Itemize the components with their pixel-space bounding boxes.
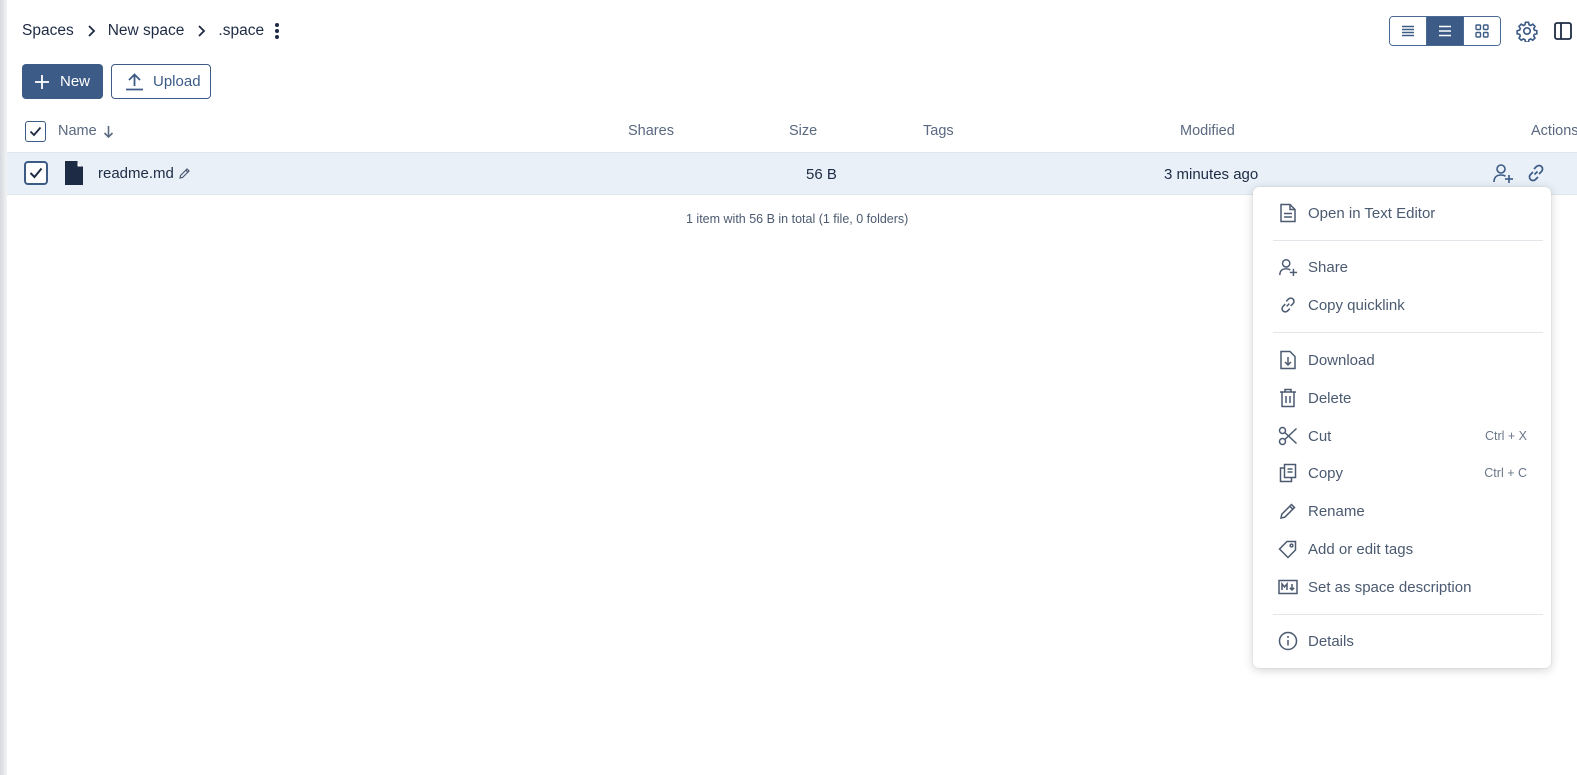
file-text-icon: [1277, 202, 1299, 224]
menu-item-space-description[interactable]: Set as space description: [1253, 571, 1551, 603]
breadcrumb: Spaces New space .space: [22, 20, 280, 42]
chevron-right-icon: [196, 25, 206, 37]
arrow-down-icon: [103, 125, 114, 138]
shortcut-hint: Ctrl + X: [1484, 429, 1527, 443]
copy-icon: [1277, 462, 1299, 484]
menu-item-label: Open in Text Editor: [1308, 204, 1436, 222]
menu-item-delete[interactable]: Delete: [1253, 382, 1551, 414]
column-header-shares: Shares: [628, 123, 674, 139]
context-menu: Open in Text Editor Share Copy quicklink…: [1253, 187, 1551, 668]
view-condensed-button[interactable]: [1390, 17, 1427, 45]
file-name[interactable]: readme.md: [98, 165, 174, 182]
breadcrumb-current[interactable]: .space: [218, 22, 264, 40]
column-header-name[interactable]: Name: [58, 123, 114, 139]
tag-icon: [1277, 538, 1299, 560]
chevron-right-icon: [86, 25, 96, 37]
menu-item-copy-quicklink[interactable]: Copy quicklink: [1253, 289, 1551, 321]
new-button[interactable]: New: [22, 64, 103, 99]
menu-item-label: Delete: [1308, 389, 1352, 407]
grid-icon: [1475, 24, 1489, 38]
link-icon[interactable]: [1525, 162, 1547, 184]
select-all-checkbox[interactable]: [25, 121, 46, 142]
column-header-actions: Actions: [1531, 123, 1577, 139]
file-size: 56 B: [806, 166, 837, 183]
user-add-icon[interactable]: [1492, 162, 1514, 184]
pencil-icon: [1277, 500, 1299, 522]
gear-icon[interactable]: [1516, 20, 1538, 43]
file-icon: [64, 160, 84, 186]
condensed-list-icon: [1402, 25, 1414, 37]
menu-item-cut[interactable]: Cut Ctrl + X: [1253, 420, 1551, 452]
menu-item-share[interactable]: Share: [1253, 251, 1551, 283]
pencil-icon[interactable]: [178, 167, 191, 180]
menu-item-tags[interactable]: Add or edit tags: [1253, 533, 1551, 565]
link-icon: [1277, 294, 1299, 316]
menu-item-label: Add or edit tags: [1308, 540, 1414, 558]
column-header-tags: Tags: [923, 123, 954, 139]
menu-item-download[interactable]: Download: [1253, 344, 1551, 376]
menu-item-label: Download: [1308, 351, 1375, 369]
list-icon: [1439, 25, 1451, 37]
row-checkbox[interactable]: [24, 161, 48, 185]
shortcut-hint: Ctrl + C: [1484, 466, 1527, 480]
checkmark-icon: [29, 126, 42, 137]
breadcrumb-new-space[interactable]: New space: [108, 22, 185, 40]
upload-icon: [126, 72, 143, 90]
left-edge-shadow: [0, 0, 7, 775]
column-header-size[interactable]: Size: [789, 123, 817, 139]
upload-button-label: Upload: [153, 73, 201, 90]
plus-icon: [35, 74, 49, 89]
menu-item-copy[interactable]: Copy Ctrl + C: [1253, 457, 1551, 489]
download-icon: [1277, 349, 1299, 371]
menu-item-rename[interactable]: Rename: [1253, 495, 1551, 527]
more-vertical-icon[interactable]: [274, 22, 280, 40]
menu-divider: [1273, 614, 1543, 615]
sidebar-toggle-icon[interactable]: [1553, 21, 1573, 41]
trash-icon: [1277, 387, 1299, 409]
new-button-label: New: [60, 73, 91, 90]
menu-item-open-text-editor[interactable]: Open in Text Editor: [1253, 197, 1551, 229]
checkmark-icon: [29, 167, 43, 179]
table-summary: 1 item with 56 B in total (1 file, 0 fol…: [686, 212, 909, 226]
info-icon: [1277, 630, 1299, 652]
menu-divider: [1273, 332, 1543, 333]
upload-button[interactable]: Upload: [111, 64, 211, 99]
menu-item-label: Details: [1308, 632, 1354, 650]
menu-item-label: Copy quicklink: [1308, 296, 1405, 314]
user-add-icon: [1277, 256, 1299, 278]
markdown-icon: [1277, 576, 1299, 598]
menu-item-label: Copy: [1308, 464, 1344, 482]
menu-item-label: Share: [1308, 258, 1349, 276]
scissors-icon: [1277, 425, 1299, 447]
menu-item-label: Rename: [1308, 502, 1365, 520]
view-mode-switcher: [1389, 16, 1501, 46]
column-header-modified[interactable]: Modified: [1180, 123, 1235, 139]
view-table-button[interactable]: [1427, 17, 1464, 45]
menu-item-label: Set as space description: [1308, 578, 1472, 596]
file-modified: 3 minutes ago: [1164, 166, 1259, 183]
menu-divider: [1273, 240, 1543, 241]
breadcrumb-spaces[interactable]: Spaces: [22, 22, 74, 40]
menu-item-details[interactable]: Details: [1253, 625, 1551, 657]
column-header-name-label: Name: [58, 123, 97, 139]
menu-item-label: Cut: [1308, 427, 1332, 445]
view-tiles-button[interactable]: [1464, 17, 1500, 45]
